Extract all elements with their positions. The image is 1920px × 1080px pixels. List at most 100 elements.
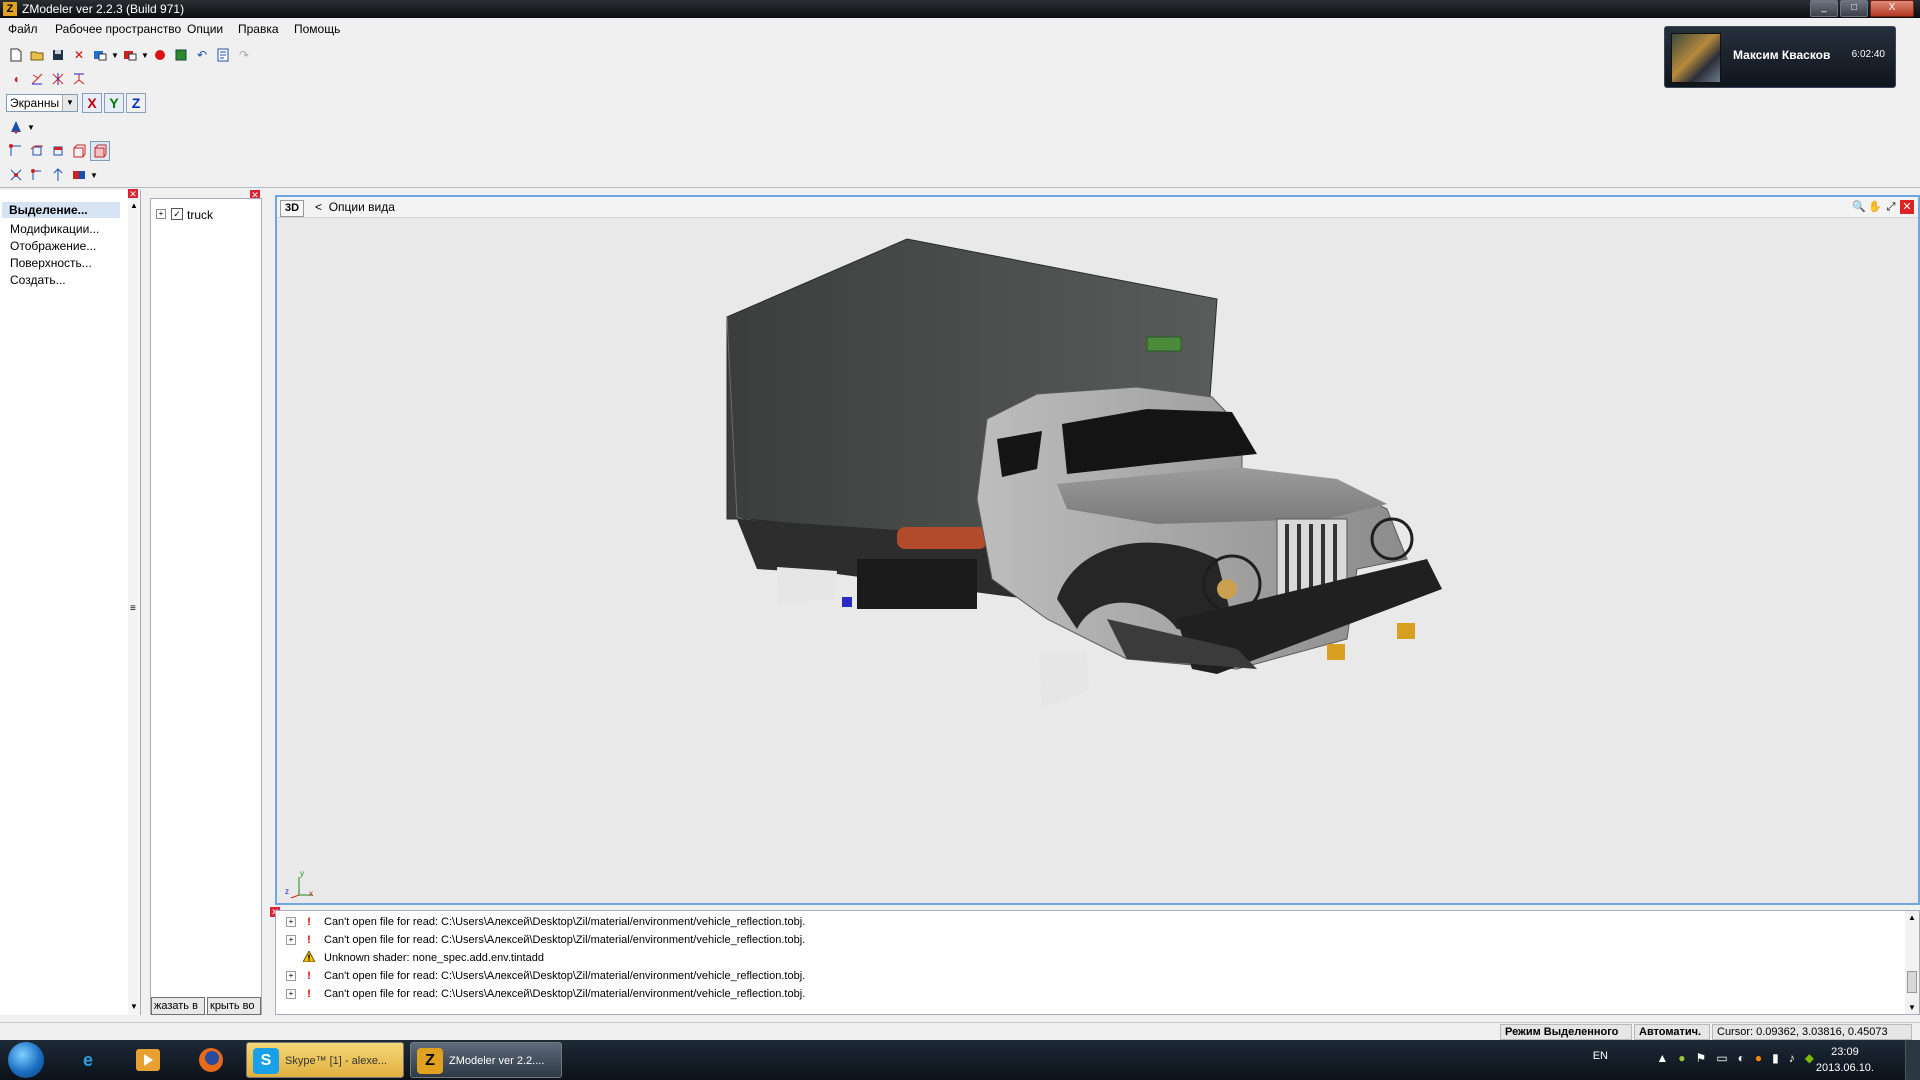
internet-explorer-icon[interactable]: e	[66, 1044, 110, 1076]
clock[interactable]: 23:09 2013.06.10.	[1816, 1044, 1874, 1076]
truck-model[interactable]	[277, 219, 1918, 905]
log-scrollbar[interactable]: ▲ ▼	[1905, 911, 1919, 1014]
mirror-tool-icon[interactable]	[69, 165, 89, 185]
log-entry[interactable]: Unknown shader: none_spec.add.env.tintad…	[286, 949, 544, 967]
log-entry[interactable]: +! Can't open file for read: C:\Users\Але…	[286, 931, 805, 949]
properties-icon[interactable]	[213, 45, 233, 65]
new-file-icon[interactable]	[6, 45, 26, 65]
display-icon[interactable]: ▭	[1716, 1051, 1727, 1065]
close-view-icon[interactable]: ✕	[1900, 200, 1914, 214]
pivot-dropdown-icon[interactable]: ▼	[27, 123, 35, 132]
menu-file[interactable]: Файл	[8, 22, 38, 36]
media-player-icon[interactable]	[126, 1044, 170, 1076]
language-indicator[interactable]: EN	[1593, 1050, 1608, 1062]
save-icon[interactable]	[48, 45, 68, 65]
close-button[interactable]: X	[1870, 0, 1914, 17]
texture-icon[interactable]	[171, 45, 191, 65]
viewport-3d[interactable]: 3D < Опции вида 🔍 ✋ ⤢ ✕ y z x	[275, 195, 1920, 905]
power-icon[interactable]: ◐	[1738, 1051, 1745, 1065]
tree-show-button[interactable]: жазать в	[151, 997, 205, 1015]
task-skype[interactable]: S Skype™ [1] - alexe...	[246, 1042, 404, 1078]
expand-icon[interactable]: +	[286, 917, 296, 927]
maximize-button[interactable]: □	[1840, 0, 1868, 17]
vertex-mode-icon[interactable]	[6, 141, 26, 161]
move-tool-icon[interactable]	[6, 165, 26, 185]
rotate-tool-icon[interactable]	[27, 165, 47, 185]
show-hidden-icon[interactable]: ▲	[1656, 1051, 1668, 1065]
axis-x-button[interactable]: X	[82, 93, 102, 113]
object-mode-icon[interactable]	[69, 141, 89, 161]
menu-help[interactable]: Помощь	[294, 22, 340, 36]
axis-y-button[interactable]: Y	[104, 93, 124, 113]
axis-gizmo-1-icon[interactable]	[27, 69, 47, 89]
visibility-checkbox[interactable]: ✓	[171, 208, 183, 220]
menu-options[interactable]: Опции	[187, 22, 223, 36]
scroll-down-icon[interactable]: ▼	[128, 1001, 140, 1013]
firefox-icon[interactable]	[189, 1044, 233, 1076]
undo-icon[interactable]: ↶	[192, 45, 212, 65]
axis-gizmo-2-icon[interactable]	[48, 69, 68, 89]
pan-hand-icon[interactable]: ✋	[1868, 200, 1882, 214]
task-zmodeler[interactable]: Z ZModeler ver 2.2....	[410, 1042, 562, 1078]
expand-icon[interactable]: +	[156, 209, 166, 219]
command-panel: ✕ Выделение... Модификации... Отображени…	[0, 189, 141, 1015]
open-folder-icon[interactable]	[27, 45, 47, 65]
avast-icon[interactable]: ●	[1755, 1051, 1762, 1065]
face-mode-icon[interactable]	[48, 141, 68, 161]
cmd-selection[interactable]: Выделение...	[2, 202, 120, 218]
axis-z-button[interactable]: Z	[126, 93, 146, 113]
record-icon[interactable]	[150, 45, 170, 65]
scroll-up-icon[interactable]: ▲	[128, 200, 140, 212]
nvidia-icon[interactable]: ◆	[1805, 1051, 1814, 1065]
menu-edit[interactable]: Правка	[238, 22, 279, 36]
expand-icon[interactable]: +	[286, 935, 296, 945]
tree-node-label[interactable]: truck	[187, 208, 213, 222]
volume-icon[interactable]: ♪	[1789, 1051, 1795, 1065]
scale-tool-icon[interactable]	[48, 165, 68, 185]
contact-notification[interactable]: Максим Квасков 6:02:40	[1664, 26, 1896, 88]
export-icon[interactable]	[120, 45, 140, 65]
import-icon[interactable]	[90, 45, 110, 65]
maximize-view-icon[interactable]: ⤢	[1884, 200, 1898, 214]
task-label: Skype™ [1] - alexe...	[285, 1055, 388, 1067]
cmd-display[interactable]: Отображение...	[10, 239, 96, 253]
scroll-grip-icon[interactable]: ≡	[130, 603, 136, 614]
scroll-thumb[interactable]	[1907, 971, 1917, 993]
cmd-create[interactable]: Создать...	[10, 273, 66, 287]
edge-mode-icon[interactable]	[27, 141, 47, 161]
pivot-icon[interactable]	[6, 117, 26, 137]
action-center-icon[interactable]: ⚑	[1696, 1051, 1707, 1065]
cmd-surface[interactable]: Поверхность...	[10, 256, 92, 270]
tray-app-icon[interactable]: ●	[1678, 1051, 1685, 1065]
expand-icon[interactable]: +	[286, 989, 296, 999]
axis-gizmo-3-icon[interactable]	[69, 69, 89, 89]
axis-y-label: y	[300, 869, 304, 878]
scroll-up-icon[interactable]: ▲	[1908, 913, 1916, 922]
scroll-down-icon[interactable]: ▼	[1908, 1003, 1916, 1012]
minimize-button[interactable]: _	[1810, 0, 1838, 17]
warning-icon	[302, 949, 316, 965]
view-mode-button[interactable]: 3D	[280, 200, 304, 217]
view-options-link[interactable]: < Опции вида	[315, 200, 395, 214]
log-entry[interactable]: +! Can't open file for read: C:\Users\Але…	[286, 967, 805, 985]
log-entry[interactable]: +! Can't open file for read: C:\Users\Але…	[286, 913, 805, 931]
network-icon[interactable]: ▮	[1772, 1051, 1779, 1065]
group-mode-icon[interactable]	[90, 141, 110, 161]
command-panel-scrollbar[interactable]: ▲ ≡ ▼	[128, 198, 140, 1015]
expand-icon[interactable]: +	[286, 971, 296, 981]
start-button[interactable]	[8, 1042, 44, 1078]
zoom-icon[interactable]: 🔍	[1852, 200, 1866, 214]
transform-dropdown-icon[interactable]: ▼	[90, 171, 98, 180]
coord-mode-select[interactable]: Экранны ▼	[6, 94, 78, 112]
axis-x-label: x	[309, 889, 313, 898]
import-dropdown-icon[interactable]: ▼	[111, 51, 119, 60]
cmd-modifications[interactable]: Модификации...	[10, 222, 99, 236]
export-dropdown-icon[interactable]: ▼	[141, 51, 149, 60]
magnet-icon[interactable]: ◖	[6, 69, 26, 89]
delete-icon[interactable]: ✕	[69, 45, 89, 65]
menu-workspace[interactable]: Рабочее пространство	[55, 22, 181, 36]
tree-hide-button[interactable]: крыть во	[207, 997, 261, 1015]
show-desktop-button[interactable]	[1905, 1040, 1920, 1080]
log-entry[interactable]: +! Can't open file for read: C:\Users\Але…	[286, 985, 805, 1003]
clock-date: 2013.06.10.	[1815, 1062, 1874, 1074]
